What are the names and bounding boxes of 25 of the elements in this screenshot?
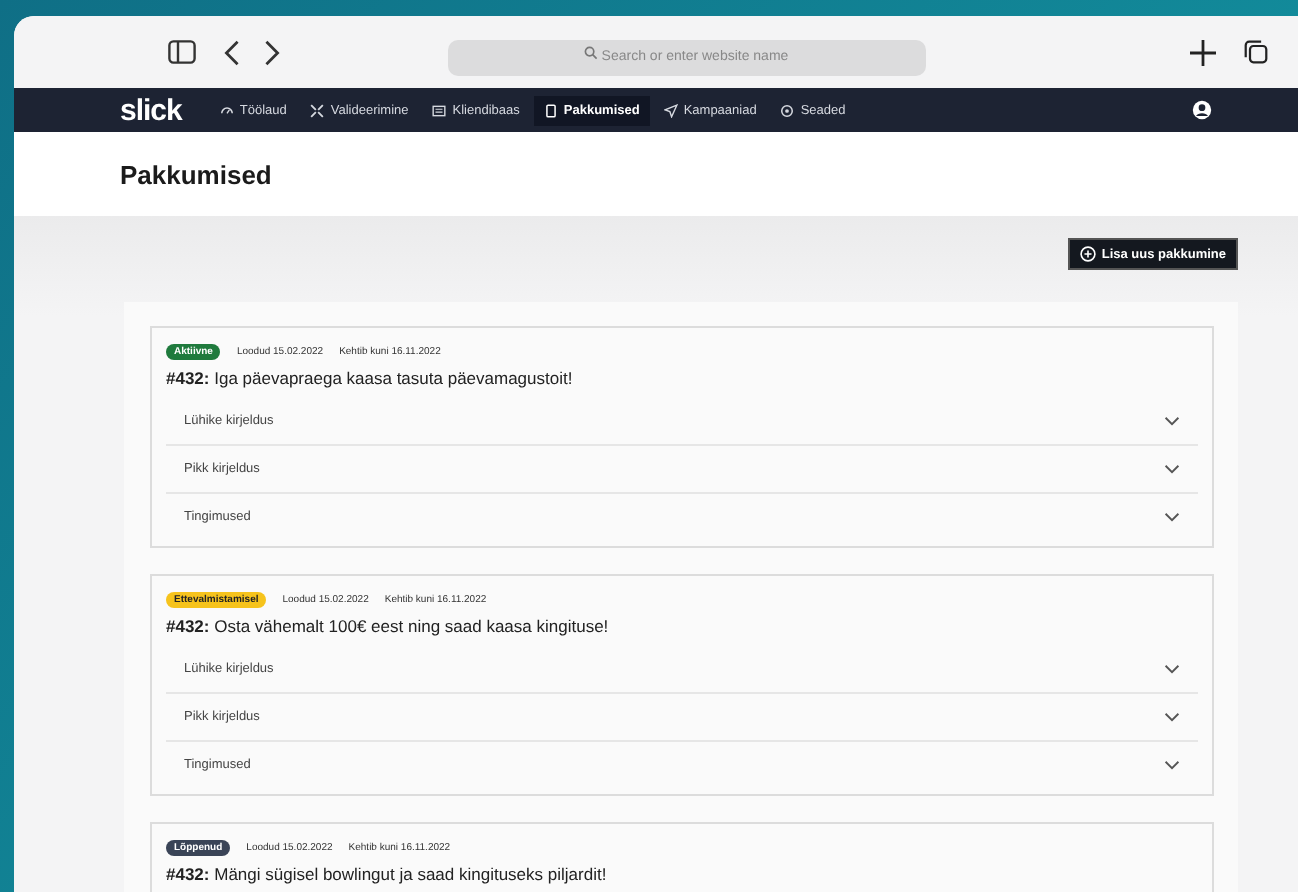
cross-icon [310,103,325,117]
forward-icon[interactable] [264,39,280,65]
gauge-icon [219,103,234,117]
chevron-icon [1164,760,1180,770]
chevron-icon [1164,712,1180,722]
new-tab-icon[interactable] [1190,39,1216,65]
list-icon [432,103,447,117]
sidebar-icon[interactable] [168,40,196,64]
chevron-icon [1164,512,1180,522]
tabs-icon[interactable] [1244,40,1268,64]
page-title: Pakkumised [120,159,272,189]
offer-title: #432: Mängi sügisel bowlingut ja saad kingituseks piljardit! [166,864,609,884]
chevron-icon [1164,664,1180,674]
document-icon [543,103,558,117]
back-icon[interactable] [224,39,240,65]
search-icon [584,46,598,60]
offer-title: #432: Osta vähemalt 100€ eest ning saad kaasa kingituse! [166,616,611,636]
logo[interactable]: slick [120,93,182,127]
chevron-icon [1164,464,1180,474]
send-icon [663,103,678,117]
offer-title: #432: Iga päevapraega kaasa tasuta päevamagustoit! [166,368,575,388]
plus-circle-icon [1079,246,1096,262]
gear-icon [780,103,795,117]
chevron-icon [1164,416,1180,426]
user-icon[interactable] [1191,100,1212,120]
